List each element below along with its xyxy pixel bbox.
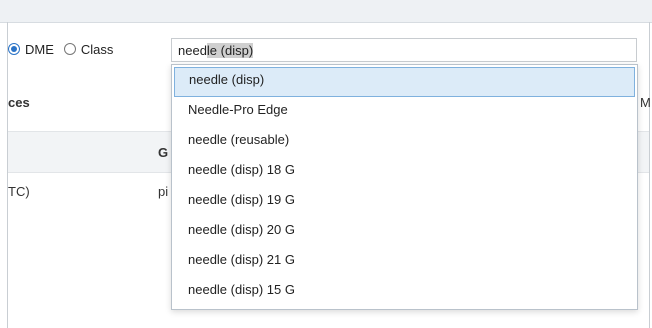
dropdown-option[interactable]: needle (disp) 20 G [174, 217, 635, 247]
dropdown-option[interactable]: needle (disp) 19 G [174, 187, 635, 217]
top-toolbar [0, 0, 652, 23]
panel-left-border [7, 22, 8, 328]
table-column-header-right: M [640, 95, 651, 110]
radio-class-label: Class [80, 41, 114, 57]
search-type-selector: DME Class [8, 36, 123, 62]
dropdown-option[interactable]: needle (disp) 18 G [174, 157, 635, 187]
search-typed-text: need [178, 42, 207, 58]
application-frame: DME Class need le (disp) ces M G TC) pi n… [0, 0, 652, 328]
table-cell: TC) [8, 184, 30, 199]
radio-dme-button[interactable] [8, 43, 20, 55]
radio-class[interactable]: Class [63, 41, 114, 57]
panel-right-border [649, 22, 650, 328]
dropdown-option[interactable]: needle (disp) [174, 67, 635, 97]
table-group-label: G [158, 145, 169, 160]
dropdown-option[interactable]: needle (reusable) [174, 127, 635, 157]
dropdown-option[interactable]: needle (disp) 21 G [174, 247, 635, 277]
search-autocomplete-text: le (disp) [206, 42, 254, 58]
radio-dme[interactable]: DME [8, 42, 54, 57]
radio-class-button[interactable] [63, 43, 76, 55]
search-input[interactable]: need le (disp) [171, 38, 637, 62]
table-column-header: ces [8, 95, 30, 110]
table-cell: pi [158, 184, 169, 199]
autocomplete-dropdown: needle (disp) Needle-Pro Edge needle (re… [171, 64, 638, 310]
radio-dme-label: DME [25, 41, 54, 57]
dropdown-option[interactable]: needle (disp) 15 G [174, 277, 635, 307]
dropdown-option[interactable]: Needle-Pro Edge [174, 97, 635, 127]
